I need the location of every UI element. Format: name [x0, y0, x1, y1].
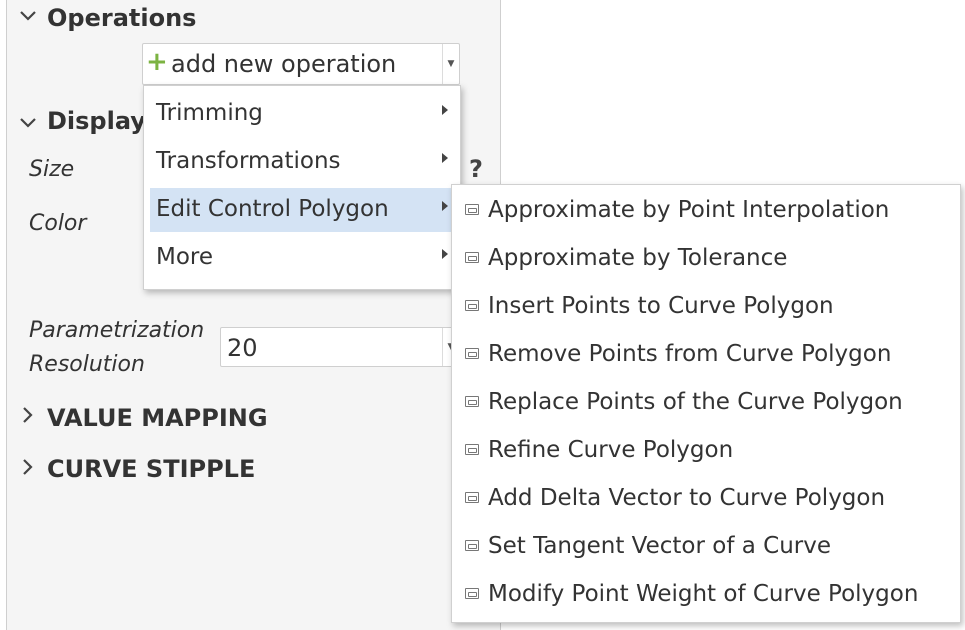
submenu-item[interactable]: Replace Points of the Curve Polygon [452, 381, 960, 425]
submenu-arrow-icon [442, 105, 448, 115]
chevron-down-icon[interactable] [19, 6, 37, 26]
submenu-arrow-icon [442, 249, 448, 259]
menu-item-edit-control-polygon[interactable]: Edit Control Polygon [150, 188, 454, 232]
operation-icon [465, 396, 479, 407]
resolution-input[interactable]: 20 ▼ [220, 327, 460, 367]
add-operation-label: add new operation [171, 50, 397, 78]
add-operation-combo[interactable]: + add new operation ▼ [142, 43, 460, 85]
operation-icon [465, 252, 479, 263]
submenu-item[interactable]: Approximate by Point Interpolation [452, 189, 960, 233]
submenu-item-label: Set Tangent Vector of a Curve [488, 533, 831, 559]
operation-icon [465, 492, 479, 503]
menu-item-trimming[interactable]: Trimming [144, 92, 460, 136]
submenu-arrow-icon [442, 153, 448, 163]
curve-stipple-section-title[interactable]: CURVE STIPPLE [47, 455, 255, 483]
color-label: Color [29, 211, 87, 236]
submenu-item-label: Modify Point Weight of Curve Polygon [488, 581, 919, 607]
edit-control-polygon-submenu: Approximate by Point Interpolation Appro… [451, 184, 961, 623]
operation-icon [465, 300, 479, 311]
menu-item-transformations[interactable]: Transformations [144, 140, 460, 184]
operation-icon [465, 348, 479, 359]
size-label: Size [29, 157, 75, 182]
submenu-item-label: Approximate by Point Interpolation [488, 197, 890, 223]
menu-item-label: Transformations [156, 148, 341, 174]
display-section-title[interactable]: Display [47, 107, 146, 135]
operations-section-title[interactable]: Operations [47, 4, 196, 32]
operation-icon [465, 588, 479, 599]
submenu-item[interactable]: Set Tangent Vector of a Curve [452, 525, 960, 569]
operation-icon [465, 444, 479, 455]
submenu-item[interactable]: Remove Points from Curve Polygon [452, 333, 960, 377]
menu-item-label: Trimming [156, 100, 263, 126]
menu-item-label: Edit Control Polygon [156, 196, 389, 222]
submenu-item-label: Remove Points from Curve Polygon [488, 341, 892, 367]
parametrization-label-line1: Parametrization [29, 318, 205, 343]
operation-icon [465, 204, 479, 215]
submenu-item[interactable]: Approximate by Tolerance [452, 237, 960, 281]
help-icon[interactable]: ? [469, 155, 483, 183]
operation-icon [465, 540, 479, 551]
chevron-right-icon[interactable] [21, 458, 35, 479]
submenu-item-label: Add Delta Vector to Curve Polygon [488, 485, 886, 511]
submenu-item[interactable]: Refine Curve Polygon [452, 429, 960, 473]
submenu-item-label: Insert Points to Curve Polygon [488, 293, 834, 319]
parametrization-label-line2: Resolution [29, 352, 145, 377]
menu-item-more[interactable]: More [144, 236, 460, 280]
chevron-right-icon[interactable] [21, 406, 35, 427]
chevron-down-icon[interactable] [19, 113, 37, 133]
submenu-item[interactable]: Insert Points to Curve Polygon [452, 285, 960, 329]
submenu-item-label: Replace Points of the Curve Polygon [488, 389, 903, 415]
submenu-item-label: Refine Curve Polygon [488, 437, 734, 463]
menu-item-label: More [156, 244, 214, 270]
submenu-item[interactable]: Add Delta Vector to Curve Polygon [452, 477, 960, 521]
value-mapping-section-title[interactable]: VALUE MAPPING [47, 404, 268, 432]
dropdown-arrow-icon[interactable]: ▼ [442, 44, 459, 84]
submenu-arrow-icon [442, 201, 448, 211]
submenu-item[interactable]: Modify Point Weight of Curve Polygon [452, 573, 960, 617]
plus-icon: + [146, 47, 168, 77]
resolution-value: 20 [227, 334, 258, 362]
submenu-item-label: Approximate by Tolerance [488, 245, 788, 271]
operation-menu: Trimming Transformations Edit Control Po… [143, 85, 461, 290]
